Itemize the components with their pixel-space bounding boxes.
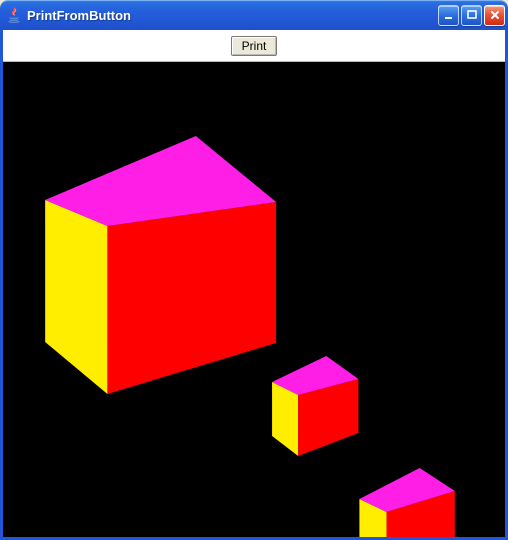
window-frame: Print — [0, 30, 508, 540]
java-icon — [6, 7, 22, 23]
window-buttons — [438, 5, 505, 26]
window-title: PrintFromButton — [27, 8, 438, 23]
close-button[interactable] — [484, 5, 505, 26]
minimize-button[interactable] — [438, 5, 459, 26]
maximize-button[interactable] — [461, 5, 482, 26]
title-bar: PrintFromButton — [0, 0, 508, 30]
print-button[interactable]: Print — [231, 36, 278, 56]
scene-canvas — [3, 62, 505, 537]
toolbar: Print — [3, 30, 505, 62]
viewport-3d[interactable] — [3, 62, 505, 537]
